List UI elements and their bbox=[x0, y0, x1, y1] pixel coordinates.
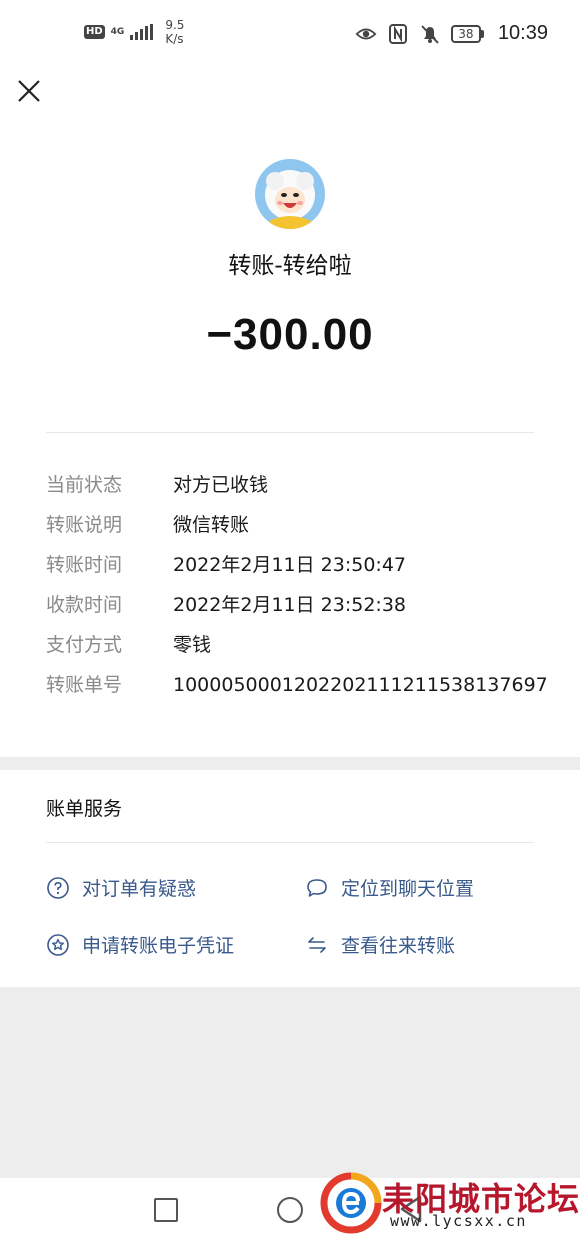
detail-value: 微信转账 bbox=[173, 514, 250, 536]
service-label: 申请转账电子凭证 bbox=[82, 935, 235, 957]
service-order-question[interactable]: 对订单有疑惑 bbox=[46, 874, 196, 901]
signal-icon bbox=[130, 24, 154, 40]
service-e-receipt[interactable]: 申请转账电子凭证 bbox=[46, 931, 234, 958]
bell-mute-icon bbox=[421, 24, 439, 44]
detail-label: 转账时间 bbox=[46, 554, 123, 576]
battery-level: 38 bbox=[450, 24, 481, 43]
watermark-url: www.lycsxx.cn bbox=[390, 1212, 527, 1230]
bill-services-card: 账单服务 对订单有疑惑 定位到聊天位置 申请转账电子凭证 查看往来转账 bbox=[0, 770, 580, 987]
detail-label: 转账单号 bbox=[46, 674, 123, 696]
detail-row-receive-time: 收款时间 2022年2月11日 23:52:38 bbox=[46, 590, 546, 620]
service-label: 对订单有疑惑 bbox=[82, 878, 197, 900]
battery-icon: 38 bbox=[450, 24, 484, 43]
detail-label: 转账说明 bbox=[46, 514, 123, 536]
service-transfer-history[interactable]: 查看往来转账 bbox=[305, 931, 455, 958]
home-button[interactable] bbox=[277, 1197, 303, 1223]
detail-label: 当前状态 bbox=[46, 474, 123, 496]
recent-apps-button[interactable] bbox=[154, 1198, 178, 1222]
nfc-icon bbox=[388, 23, 407, 44]
status-bar: HD 4G 9.5 K/s 38 10:39 bbox=[0, 0, 580, 66]
question-circle-icon bbox=[47, 876, 69, 899]
detail-row-note: 转账说明 微信转账 bbox=[46, 510, 546, 540]
detail-value: 对方已收钱 bbox=[173, 474, 269, 496]
star-badge-icon bbox=[47, 933, 69, 956]
transfer-amount: −300.00 bbox=[206, 310, 374, 359]
close-icon[interactable] bbox=[14, 76, 44, 106]
watermark-logo-icon bbox=[320, 1172, 382, 1234]
detail-label: 收款时间 bbox=[46, 594, 123, 616]
detail-label: 支付方式 bbox=[46, 634, 123, 656]
service-locate-chat[interactable]: 定位到聊天位置 bbox=[305, 874, 474, 901]
transaction-card: 转账-转给啦 −300.00 当前状态 对方已收钱 转账说明 微信转账 转账时间… bbox=[0, 124, 580, 757]
chat-bubble-icon bbox=[307, 878, 327, 897]
detail-row-transfer-time: 转账时间 2022年2月11日 23:50:47 bbox=[46, 550, 546, 580]
speed-unit: K/s bbox=[165, 32, 184, 46]
detail-value[interactable]: 1000050001202202111211538137697 bbox=[173, 670, 548, 700]
hd-badge: HD bbox=[84, 25, 105, 39]
detail-value: 零钱 bbox=[173, 634, 212, 656]
detail-row-payment-method: 支付方式 零钱 bbox=[46, 630, 546, 660]
service-label: 查看往来转账 bbox=[341, 935, 456, 957]
detail-value: 2022年2月11日 23:52:38 bbox=[173, 594, 406, 616]
detail-row-order-number: 转账单号 1000050001202202111211538137697 bbox=[46, 670, 548, 700]
detail-row-status: 当前状态 对方已收钱 bbox=[46, 470, 546, 500]
clock: 10:39 bbox=[497, 22, 548, 44]
network-speed: 9.5 K/s bbox=[165, 18, 184, 46]
service-label: 定位到聊天位置 bbox=[341, 878, 475, 900]
status-right: 38 10:39 bbox=[355, 22, 548, 45]
divider bbox=[46, 842, 534, 843]
transfer-title: 转账-转给啦 bbox=[228, 253, 352, 279]
detail-value: 2022年2月11日 23:50:47 bbox=[173, 554, 406, 576]
avatar[interactable] bbox=[255, 159, 325, 229]
eye-icon bbox=[355, 28, 377, 39]
network-type: 4G bbox=[110, 26, 125, 37]
exchange-arrows-icon bbox=[308, 936, 326, 953]
divider bbox=[46, 432, 534, 433]
services-title: 账单服务 bbox=[46, 798, 123, 820]
status-left: HD 4G 9.5 K/s bbox=[84, 18, 184, 46]
speed-value: 9.5 bbox=[165, 18, 185, 32]
top-bar bbox=[0, 66, 580, 124]
watermark: 耒阳城市论坛 www.lycsxx.cn bbox=[320, 1168, 580, 1238]
